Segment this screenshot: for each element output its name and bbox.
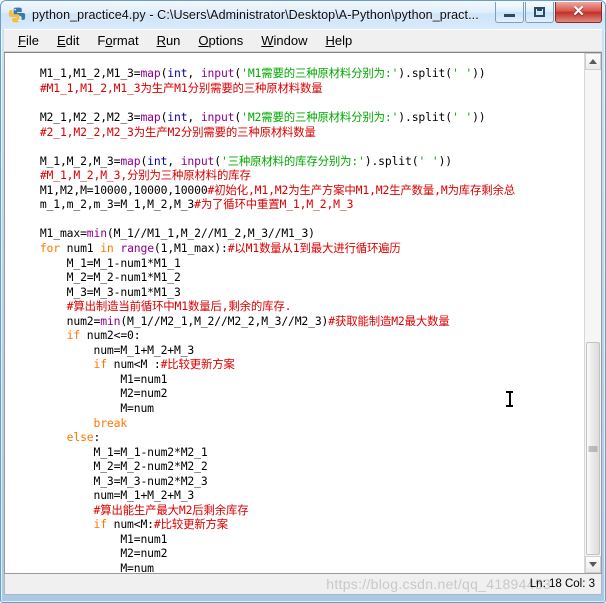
close-icon: ✕ — [572, 3, 585, 20]
source-code[interactable]: M1_1,M1_2,M1_3=map(int, input('M1需要的三种原材… — [13, 66, 584, 573]
menu-item-window[interactable]: Window — [252, 31, 316, 50]
maximize-icon — [534, 7, 545, 17]
scrollbar-grip-icon — [588, 445, 598, 452]
scroll-down-arrow-icon — [589, 562, 597, 567]
scrollbar-track[interactable] — [585, 70, 601, 556]
menu-item-format[interactable]: Format — [88, 31, 147, 50]
vertical-scrollbar[interactable] — [584, 53, 601, 573]
title-bar[interactable]: python_practice4.py - C:\Users\Administr… — [1, 1, 605, 29]
window-bottom-edge — [1, 595, 605, 601]
menu-item-run[interactable]: Run — [148, 31, 190, 50]
status-bar: https://blog.csdn.net/qq_41894453 Ln: 18… — [4, 574, 602, 595]
minimize-icon — [504, 13, 515, 17]
scrollbar-thumb[interactable] — [586, 342, 600, 555]
window-controls: ✕ — [494, 2, 602, 23]
watermark-text: https://blog.csdn.net/qq_41894453 — [326, 576, 551, 592]
cursor-position-indicator: Ln: 18 Col: 3 — [529, 578, 595, 590]
python-idle-icon — [8, 6, 26, 24]
scroll-up-button[interactable] — [585, 53, 601, 70]
close-button[interactable]: ✕ — [555, 2, 602, 23]
menu-item-options[interactable]: Options — [189, 31, 252, 50]
menu-item-edit[interactable]: Edit — [48, 31, 88, 50]
idle-window: python_practice4.py - C:\Users\Administr… — [0, 0, 606, 603]
scroll-down-button[interactable] — [585, 556, 601, 573]
maximize-button[interactable] — [525, 2, 554, 23]
scroll-up-arrow-icon — [589, 59, 597, 64]
minimize-button[interactable] — [495, 2, 524, 23]
menu-item-file[interactable]: File — [9, 31, 48, 50]
editor-area: M1_1,M1_2,M1_3=map(int, input('M1需要的三种原材… — [4, 52, 602, 574]
menu-bar: File Edit Format Run Options Window Help — [4, 29, 602, 52]
menu-item-help[interactable]: Help — [317, 31, 362, 50]
code-text-area[interactable]: M1_1,M1_2,M1_3=map(int, input('M1需要的三种原材… — [5, 53, 584, 573]
